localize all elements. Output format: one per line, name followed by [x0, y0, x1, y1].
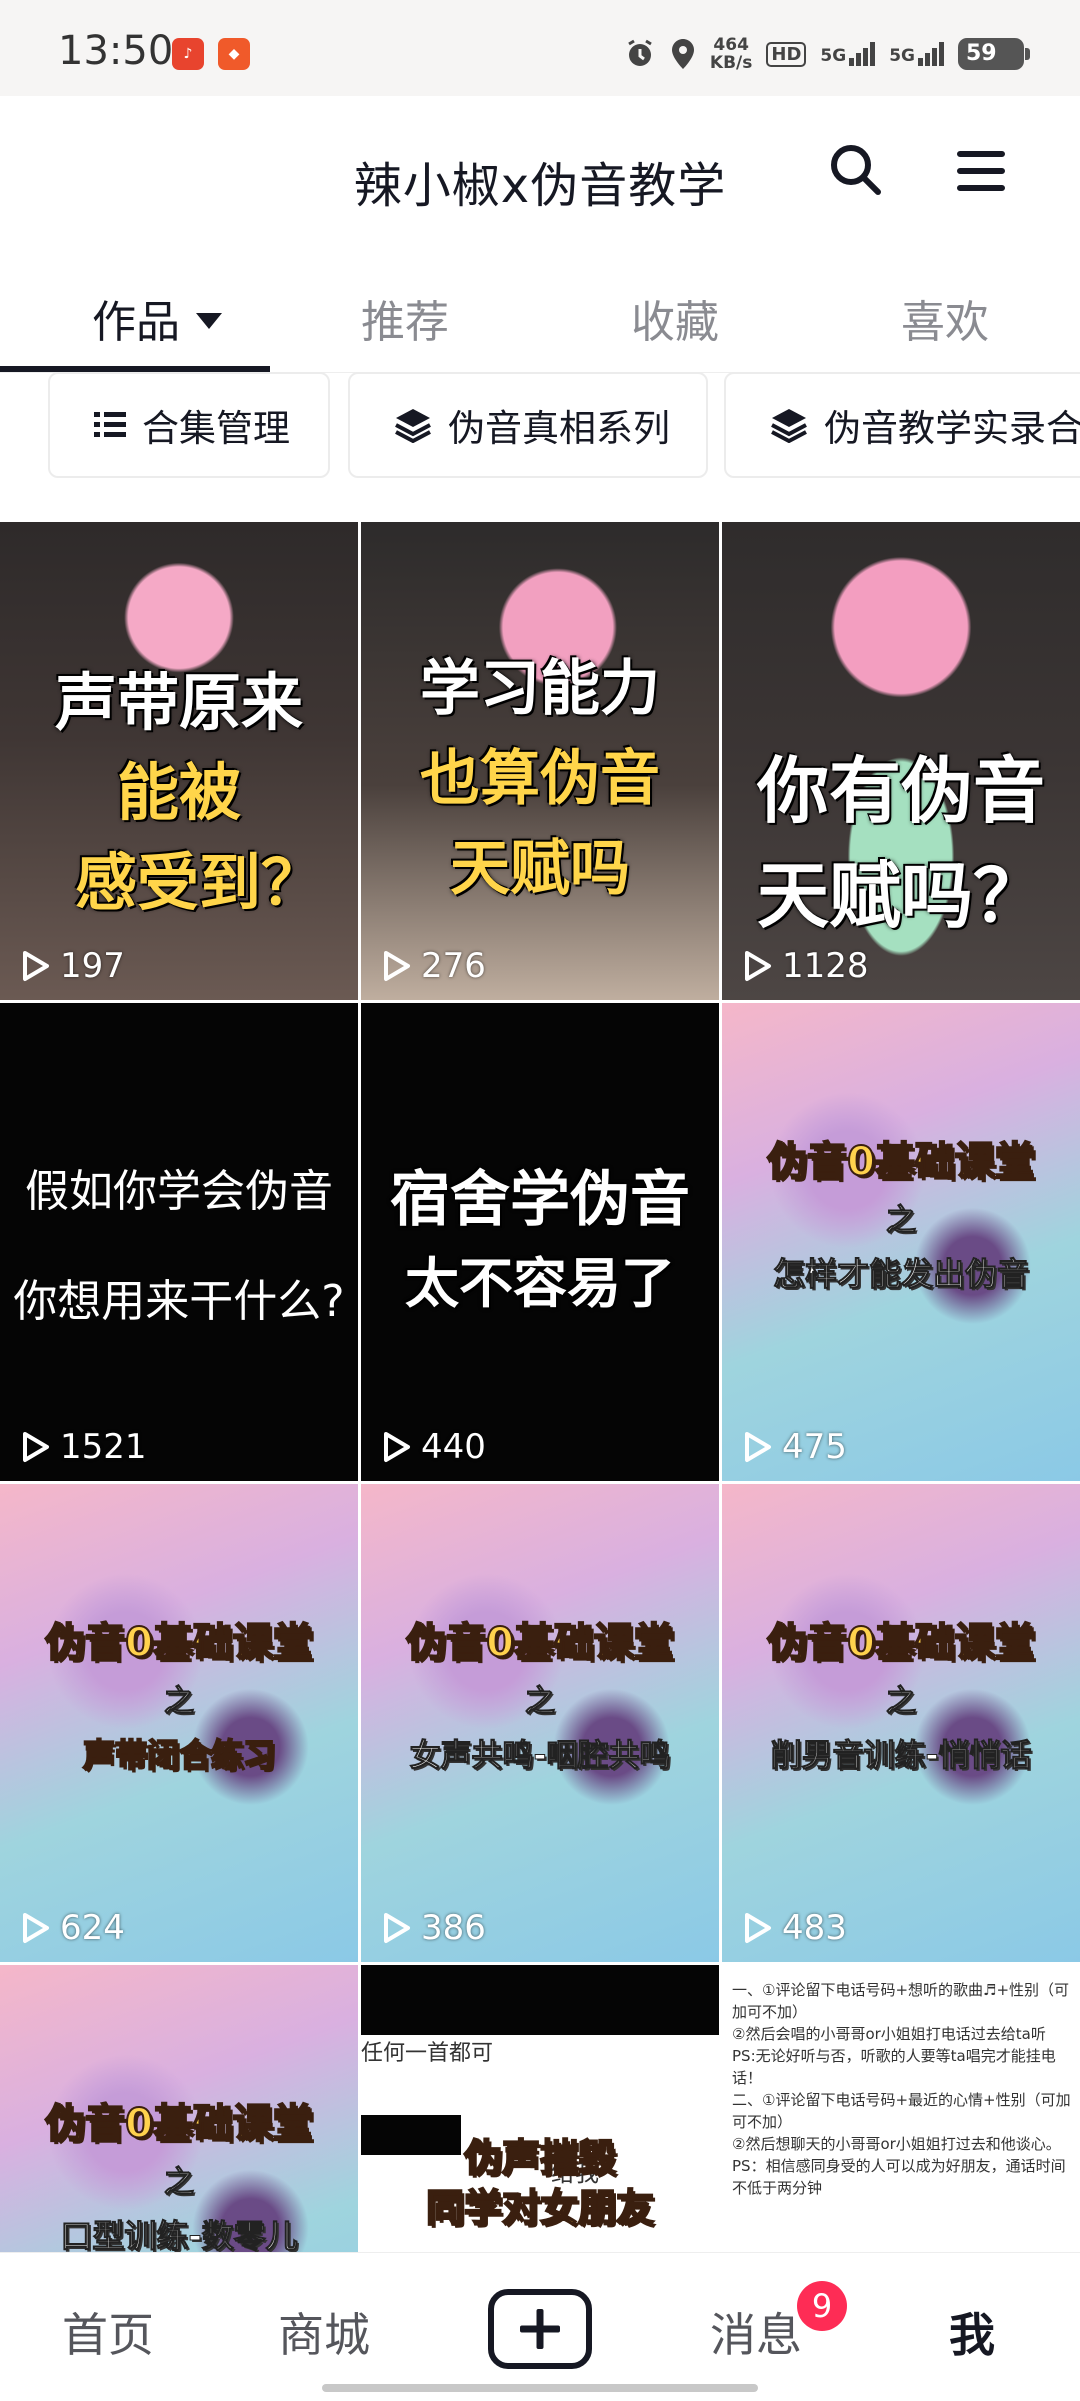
thumbnail-caption: 声带闭合练习 — [82, 1735, 276, 1775]
video-thumbnail[interactable]: 宿舍学伪音 太不容易了 440 — [361, 1003, 719, 1481]
thumbnail-caption: 伪声摧毁 — [463, 2135, 617, 2181]
list-icon — [94, 412, 126, 437]
create-plus-icon[interactable] — [488, 2289, 592, 2369]
play-count: 624 — [18, 1908, 125, 1948]
profile-header: 辣小椒x伪音教学 — [0, 96, 1080, 250]
play-icon — [23, 1432, 49, 1462]
hd-indicator: HD — [766, 41, 807, 67]
chat-snippet: 任何一首都可 — [361, 2041, 494, 2066]
video-grid: 声带原来 能被 感受到？ 197 学习能力 也算伪音 天赋吗 276 你有伪音 … — [0, 522, 1080, 2252]
chip-collection-manage[interactable]: 合集管理 — [48, 372, 330, 478]
thumbnail-caption: 你想用来干什么? — [13, 1276, 345, 1327]
signal-sim2: 5G — [889, 42, 944, 66]
signal-sim1: 5G — [820, 42, 876, 66]
menu-icon[interactable] — [956, 146, 1006, 196]
status-time: 13:50 — [58, 28, 174, 74]
video-thumbnail[interactable]: 伪音0基础课堂 之 削男音训练-悄悄话 483 — [722, 1484, 1080, 1962]
thumbnail-caption: 伪音0基础课堂 — [766, 1619, 1036, 1667]
play-icon — [384, 951, 410, 981]
tab-likes[interactable]: 喜欢 — [810, 286, 1080, 350]
tab-works[interactable]: 作品 — [20, 286, 290, 350]
thumbnail-caption: 你有伪音 — [756, 749, 1045, 833]
thumbnail-caption: 之 — [164, 1684, 195, 1720]
status-indicators: 464 KB/s HD 5G 5G 59 — [624, 30, 1030, 78]
caret-down-icon — [196, 313, 222, 329]
play-icon — [745, 1913, 771, 1943]
profile-tabs: 作品 推荐 收藏 喜欢 — [0, 250, 1080, 373]
video-thumbnail[interactable]: 一、①评论留下电话号码+想听的歌曲♬+性别（可加可不加） ②然后会唱的小哥哥or… — [722, 1965, 1080, 2252]
play-count: 483 — [740, 1908, 847, 1948]
home-indicator[interactable] — [322, 2384, 758, 2392]
thumbnail-caption: 之 — [525, 1684, 556, 1720]
alarm-icon — [628, 39, 652, 66]
play-count: 440 — [379, 1427, 486, 1467]
nav-mall[interactable]: 商城 — [216, 2299, 432, 2365]
message-badge: 9 — [797, 2281, 847, 2331]
nav-home[interactable]: 首页 — [0, 2299, 216, 2365]
play-count: 386 — [379, 1908, 486, 1948]
battery-level: 59 — [966, 41, 997, 66]
video-thumbnail[interactable]: 伪音0基础课堂 之 怎样才能发出伪音 475 — [722, 1003, 1080, 1481]
thumbnail-caption: 能被 — [116, 756, 241, 829]
collection-chips: 合集管理 伪音真相系列 伪音教学实录合 — [0, 372, 1080, 512]
thumbnail-caption: 伪音0基础课堂 — [766, 1138, 1036, 1186]
play-count: 276 — [379, 946, 486, 986]
thumbnail-caption: 宿舍学伪音 — [390, 1165, 690, 1235]
chip-collection[interactable]: 伪音真相系列 — [348, 372, 708, 478]
thumbnail-caption: 伪音0基础课堂 — [405, 1619, 675, 1667]
play-icon — [23, 1913, 49, 1943]
thumbnail-caption: 之 — [164, 2165, 195, 2201]
tab-favorites[interactable]: 收藏 — [540, 286, 810, 350]
thumbnail-caption: 女声共鸣-咽腔共鸣 — [409, 1738, 671, 1775]
play-icon — [745, 1432, 771, 1462]
play-icon — [384, 1432, 410, 1462]
thumbnail-caption: 之 — [886, 1203, 917, 1239]
chip-collection[interactable]: 伪音教学实录合 — [724, 372, 1080, 478]
play-count: 1521 — [18, 1427, 147, 1467]
thumbnail-caption: 也算伪音 — [420, 744, 660, 814]
app-notification-icon: ◆ — [218, 38, 250, 70]
video-thumbnail[interactable]: 你有伪音 天赋吗？ 1128 — [722, 522, 1080, 1000]
thumbnail-caption: 削男音训练-悄悄话 — [770, 1738, 1032, 1775]
thumbnail-caption: 同学对女朋友 — [425, 2185, 655, 2231]
bottom-navigation: 首页 商城 消息 9 我 — [0, 2252, 1080, 2401]
app-notification-icon: ♪ — [172, 38, 204, 70]
video-thumbnail[interactable]: 伪音0基础课堂 之 口型训练-数零儿 — [0, 1965, 358, 2252]
video-thumbnail[interactable]: 伪音0基础课堂 之 声带闭合练习 624 — [0, 1484, 358, 1962]
video-thumbnail[interactable]: 学习能力 也算伪音 天赋吗 276 — [361, 522, 719, 1000]
thumbnail-caption: 伪音0基础课堂 — [44, 2100, 314, 2148]
tab-recommend[interactable]: 推荐 — [270, 286, 540, 350]
video-thumbnail[interactable]: 任何一首都可 给我 伪声摧毁 同学对女朋友 — [361, 1965, 719, 2252]
play-icon — [745, 951, 771, 981]
play-count: 475 — [740, 1427, 847, 1467]
search-icon[interactable] — [826, 140, 886, 200]
thumbnail-caption: 之 — [886, 1684, 917, 1720]
thumbnail-caption: 伪音0基础课堂 — [44, 1619, 314, 1667]
battery-icon: 59 — [958, 38, 1030, 70]
video-thumbnail[interactable]: 伪音0基础课堂 之 女声共鸣-咽腔共鸣 386 — [361, 1484, 719, 1962]
thumbnail-caption: 假如你学会伪音 — [25, 1166, 333, 1217]
thumbnail-text: 一、①评论留下电话号码+想听的歌曲♬+性别（可加可不加） ②然后会唱的小哥哥or… — [732, 1981, 1071, 2197]
play-count: 1128 — [740, 946, 869, 986]
video-thumbnail[interactable]: 假如你学会伪音 你想用来干什么? 1521 — [0, 1003, 358, 1481]
thumbnail-caption: 太不容易了 — [405, 1252, 675, 1315]
network-speed: 464 KB/s — [709, 35, 753, 73]
thumbnail-caption: 学习能力 — [420, 654, 660, 724]
page-title: 辣小椒x伪音教学 — [353, 158, 727, 214]
thumbnail-caption: 口型训练-数零儿 — [60, 2217, 298, 2253]
nav-me[interactable]: 我 — [864, 2299, 1080, 2365]
layers-icon — [771, 409, 807, 443]
layers-icon — [395, 409, 431, 443]
thumbnail-caption: 声带原来 — [54, 666, 303, 739]
play-icon — [23, 951, 49, 981]
thumbnail-caption: 天赋吗？ — [756, 854, 1045, 938]
video-thumbnail[interactable]: 声带原来 能被 感受到？ 197 — [0, 522, 358, 1000]
status-bar: 13:50 ♪ ◆ 464 KB/s HD 5G 5G 59 — [0, 0, 1080, 96]
thumbnail-caption: 怎样才能发出伪音 — [772, 1255, 1029, 1294]
play-count: 197 — [18, 946, 125, 986]
location-icon — [671, 39, 694, 69]
play-icon — [384, 1913, 410, 1943]
thumbnail-caption: 感受到？ — [74, 846, 323, 919]
thumbnail-caption: 天赋吗 — [450, 834, 630, 904]
